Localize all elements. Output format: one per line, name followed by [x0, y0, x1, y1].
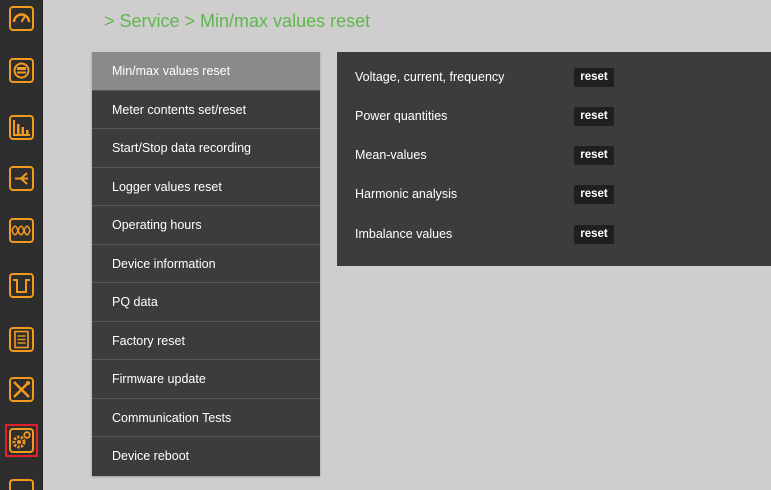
row-label: Harmonic analysis [355, 187, 458, 201]
reset-row-harmonic-analysis: Harmonic analysis reset [355, 185, 755, 205]
phasor-icon[interactable] [9, 166, 34, 191]
menu-item-factory-reset[interactable]: Factory reset [92, 322, 320, 360]
tools-icon[interactable] [9, 377, 34, 402]
reset-mean-values-button[interactable]: reset [574, 146, 614, 165]
row-label: Imbalance values [355, 227, 453, 241]
service-menu: Min/max values reset Meter contents set/… [92, 52, 320, 476]
row-label: Power quantities [355, 109, 448, 123]
reset-row-voltage-current-frequency: Voltage, current, frequency reset [355, 68, 755, 88]
menu-item-communication-tests[interactable]: Communication Tests [92, 399, 320, 437]
row-label: Voltage, current, frequency [355, 70, 505, 84]
breadcrumb: > Service > Min/max values reset [104, 11, 370, 32]
gauge-icon[interactable] [9, 6, 34, 31]
reset-row-power-quantities: Power quantities reset [355, 107, 755, 127]
reset-power-quantities-button[interactable]: reset [574, 107, 614, 126]
menu-item-device-reboot[interactable]: Device reboot [92, 437, 320, 476]
reset-harmonic-analysis-button[interactable]: reset [574, 185, 614, 204]
bar-chart-icon[interactable] [9, 115, 34, 140]
list-icon[interactable] [9, 327, 34, 352]
breadcrumb-text: > Service > Min/max values reset [104, 11, 371, 31]
row-label: Mean-values [355, 148, 427, 162]
reset-row-mean-values: Mean-values reset [355, 146, 755, 166]
min-max-reset-panel: Voltage, current, frequency reset Power … [337, 52, 771, 266]
waveform-icon[interactable] [9, 218, 34, 243]
menu-item-meter-contents-set-reset[interactable]: Meter contents set/reset [92, 91, 320, 129]
menu-item-firmware-update[interactable]: Firmware update [92, 360, 320, 399]
navigation-rail [0, 0, 43, 490]
transient-icon[interactable] [9, 273, 34, 298]
more-icon[interactable] [9, 479, 34, 490]
meter-icon[interactable] [9, 58, 34, 83]
menu-item-operating-hours[interactable]: Operating hours [92, 206, 320, 245]
menu-item-start-stop-data-recording[interactable]: Start/Stop data recording [92, 129, 320, 168]
menu-item-min-max-values-reset[interactable]: Min/max values reset [92, 52, 320, 91]
menu-item-logger-values-reset[interactable]: Logger values reset [92, 168, 320, 206]
menu-item-device-information[interactable]: Device information [92, 245, 320, 283]
reset-imbalance-values-button[interactable]: reset [574, 225, 614, 244]
settings-gear-icon[interactable] [5, 424, 38, 457]
menu-item-pq-data[interactable]: PQ data [92, 283, 320, 322]
reset-voltage-current-frequency-button[interactable]: reset [574, 68, 614, 87]
reset-row-imbalance-values: Imbalance values reset [355, 225, 755, 245]
